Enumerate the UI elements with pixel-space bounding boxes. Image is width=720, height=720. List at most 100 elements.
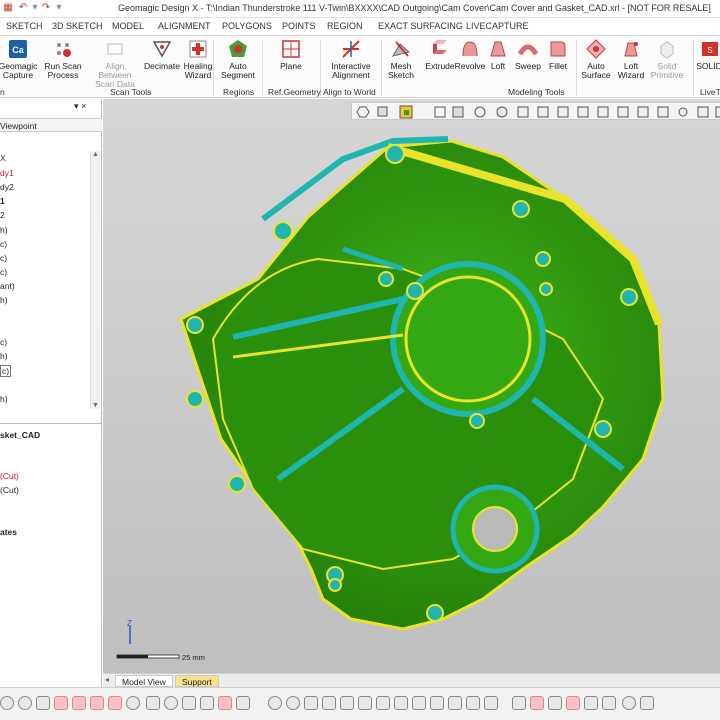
select-all-icon[interactable] [218, 696, 232, 710]
svg-text:S: S [707, 46, 712, 55]
axis-z-label: Z [127, 619, 132, 628]
view-normal-icon[interactable] [394, 696, 408, 710]
select-window-icon[interactable] [146, 696, 160, 710]
tree-item[interactable]: c) [0, 337, 7, 347]
tree-item[interactable]: ates [0, 527, 17, 537]
align-between-scan-data-button[interactable]: Align Between Scan Data [88, 38, 142, 89]
quick-access-save-icon[interactable]: ▦ [2, 2, 14, 14]
tree-item[interactable]: h) [0, 351, 8, 361]
select-circle-icon[interactable] [126, 696, 140, 710]
select-lasso-icon[interactable] [54, 696, 68, 710]
scroll-down-icon[interactable]: ▼ [92, 402, 99, 409]
view-pan-icon[interactable] [448, 696, 462, 710]
select-through-icon[interactable] [182, 696, 196, 710]
tab-model-view[interactable]: Model View [115, 675, 173, 687]
plane-icon [282, 40, 300, 58]
tree-item[interactable]: 2 [0, 210, 5, 220]
redo-icon[interactable]: ↷ [40, 2, 52, 14]
view-back-icon[interactable] [286, 696, 300, 710]
tree-item[interactable]: X [0, 153, 6, 163]
tab-alignment[interactable]: ALIGNMENT [158, 21, 211, 31]
tab-support[interactable]: Support [175, 675, 219, 687]
mesh-sketch-button[interactable]: Mesh Sketch [379, 38, 423, 80]
mounting-hole [539, 282, 553, 296]
tree-item[interactable]: c) [0, 253, 7, 263]
tab-points[interactable]: POINTS [282, 21, 316, 31]
auto-segment-button[interactable]: Auto Segment [216, 38, 260, 80]
tree-item[interactable]: c) [0, 239, 7, 249]
light-toggle-icon[interactable] [622, 696, 636, 710]
group-label-ref-geometry: Ref.Geometry [268, 87, 321, 97]
plane-button[interactable]: Plane [269, 38, 313, 71]
transparency-icon[interactable] [602, 696, 616, 710]
tree-item[interactable]: (Cut) [0, 471, 19, 481]
tab-3d-sketch[interactable]: 3D SKETCH [52, 21, 103, 31]
interactive-alignment-label: Interactive Alignment [331, 61, 371, 80]
view-iso-icon[interactable] [376, 696, 390, 710]
viewpoint-row[interactable]: Viewpoint [0, 118, 102, 132]
select-paint-icon[interactable] [108, 696, 122, 710]
mounting-hole [186, 390, 204, 408]
tree-item[interactable]: h) [0, 225, 8, 235]
invert-selection-icon[interactable] [236, 696, 250, 710]
measure-icon[interactable] [484, 696, 498, 710]
filter-icon[interactable] [18, 696, 32, 710]
plane-label: Plane [280, 61, 302, 71]
section-view-icon[interactable] [548, 696, 562, 710]
tab-model[interactable]: MODEL [112, 21, 144, 31]
tree-item[interactable]: dy2 [0, 182, 14, 192]
3d-viewport[interactable]: Z 25 mm [103, 99, 720, 673]
interactive-alignment-button[interactable]: Interactive Alignment [326, 38, 376, 80]
select-polygon-icon[interactable] [72, 696, 86, 710]
tree-item[interactable]: sket_CAD [0, 430, 40, 440]
view-bottom-icon[interactable] [358, 696, 372, 710]
tree-scrollbar[interactable]: ▲ ▼ [90, 151, 100, 409]
tab-polygons[interactable]: POLYGONS [222, 21, 272, 31]
deviation-icon[interactable] [530, 696, 544, 710]
tree-item[interactable]: h) [0, 394, 8, 404]
scroll-up-icon[interactable]: ▲ [92, 151, 99, 158]
auto-surface-icon [586, 39, 606, 59]
select-mode-icon[interactable] [0, 696, 14, 710]
tree-item[interactable]: c) [0, 267, 7, 277]
tree-item[interactable]: ant) [0, 281, 15, 291]
view-left-icon[interactable] [304, 696, 318, 710]
view-top-icon[interactable] [340, 696, 354, 710]
scan-mesh-model: Z 25 mm [116, 136, 665, 662]
snap-icon[interactable] [512, 696, 526, 710]
solidworks-button[interactable]: S SOLID [694, 38, 720, 71]
more-tools-icon[interactable] [640, 696, 654, 710]
decimate-icon [152, 41, 172, 58]
tab-scroll-left-icon[interactable]: ◂ [105, 675, 109, 684]
fillet-icon [550, 41, 566, 57]
panel-header: ▾ × [0, 101, 102, 113]
tree-item[interactable]: h) [0, 295, 8, 305]
display-options-icon[interactable] [584, 696, 598, 710]
view-front-icon[interactable] [268, 696, 282, 710]
tree-item-selected[interactable]: c) [0, 365, 12, 377]
view-right-icon[interactable] [322, 696, 336, 710]
geomagic-capture-button[interactable]: Ca Geomagic Capture [0, 38, 40, 80]
tree-item[interactable]: 1 [0, 196, 5, 206]
solid-primitive-button[interactable]: Solid Primitive [645, 38, 689, 80]
tab-region[interactable]: REGION [327, 21, 363, 31]
visible-only-icon[interactable] [200, 696, 214, 710]
select-extend-icon[interactable] [164, 696, 178, 710]
mounting-hole [186, 316, 204, 334]
color-display-icon[interactable] [566, 696, 580, 710]
select-box-icon[interactable] [36, 696, 50, 710]
tree-item[interactable]: (Cut) [0, 485, 19, 495]
customize-dropdown-icon[interactable]: ▾ [53, 2, 65, 14]
view-zoom-icon[interactable] [430, 696, 444, 710]
fillet-label: Fillet [549, 61, 567, 71]
tab-sketch[interactable]: SKETCH [6, 21, 43, 31]
tab-livecapture[interactable]: LIVECAPTURE [466, 21, 529, 31]
select-brush-icon[interactable] [90, 696, 104, 710]
panel-pin-close-icon[interactable]: ▾ × [74, 101, 86, 112]
view-fit-icon[interactable] [412, 696, 426, 710]
view-rotate-icon[interactable] [466, 696, 480, 710]
run-scan-process-button[interactable]: Run Scan Process [41, 38, 85, 80]
tree-item[interactable]: dy1 [0, 168, 14, 178]
undo-icon[interactable]: ↶ [17, 2, 29, 14]
tab-exact-surfacing[interactable]: EXACT SURFACING [378, 21, 463, 31]
